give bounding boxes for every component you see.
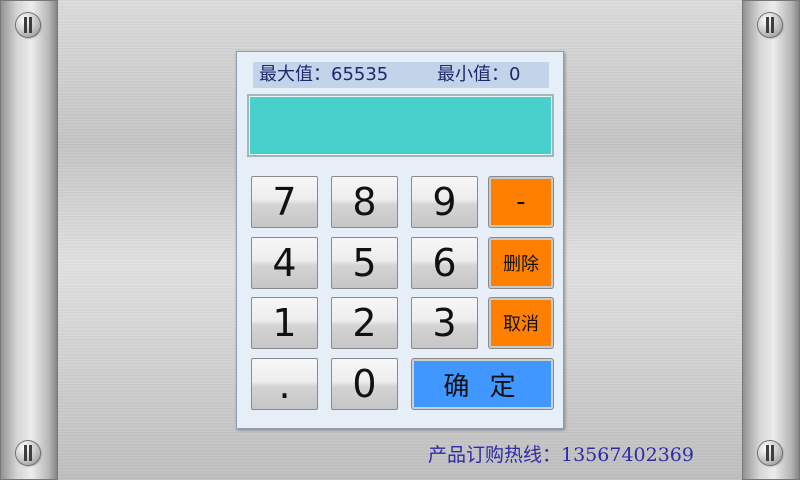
key-1[interactable]: 1 xyxy=(251,297,318,349)
numeric-keypad-dialog: 最大值：65535 最小值：0 7 8 9 - 4 5 6 删除 1 2 3 取… xyxy=(236,51,564,429)
key-8[interactable]: 8 xyxy=(331,176,398,228)
confirm-button[interactable]: 确 定 xyxy=(412,359,553,409)
min-value-display: 最小值：0 xyxy=(437,62,520,88)
max-value-display: 最大值：65535 xyxy=(259,62,388,88)
key-9[interactable]: 9 xyxy=(411,176,478,228)
right-metal-rail xyxy=(742,0,800,480)
min-label: 最小值： xyxy=(437,64,509,85)
screw-icon xyxy=(758,13,782,37)
key-5[interactable]: 5 xyxy=(331,237,398,289)
cancel-button[interactable]: 取消 xyxy=(489,298,553,348)
delete-button[interactable]: 删除 xyxy=(489,238,553,288)
screw-icon xyxy=(758,441,782,465)
key-3[interactable]: 3 xyxy=(411,297,478,349)
screw-icon xyxy=(16,441,40,465)
max-value: 65535 xyxy=(331,64,389,85)
key-6[interactable]: 6 xyxy=(411,237,478,289)
key-4[interactable]: 4 xyxy=(251,237,318,289)
min-value: 0 xyxy=(509,64,521,85)
left-metal-rail xyxy=(0,0,58,480)
key-2[interactable]: 2 xyxy=(331,297,398,349)
minus-button[interactable]: - xyxy=(489,177,553,227)
max-label: 最大值： xyxy=(259,64,331,85)
key-7[interactable]: 7 xyxy=(251,176,318,228)
input-display[interactable] xyxy=(247,94,554,157)
range-bar: 最大值：65535 最小值：0 xyxy=(253,62,549,88)
key-dot[interactable]: . xyxy=(251,358,318,410)
order-hotline: 产品订购热线：13567402369 xyxy=(428,444,694,466)
key-0[interactable]: 0 xyxy=(331,358,398,410)
screw-icon xyxy=(16,13,40,37)
